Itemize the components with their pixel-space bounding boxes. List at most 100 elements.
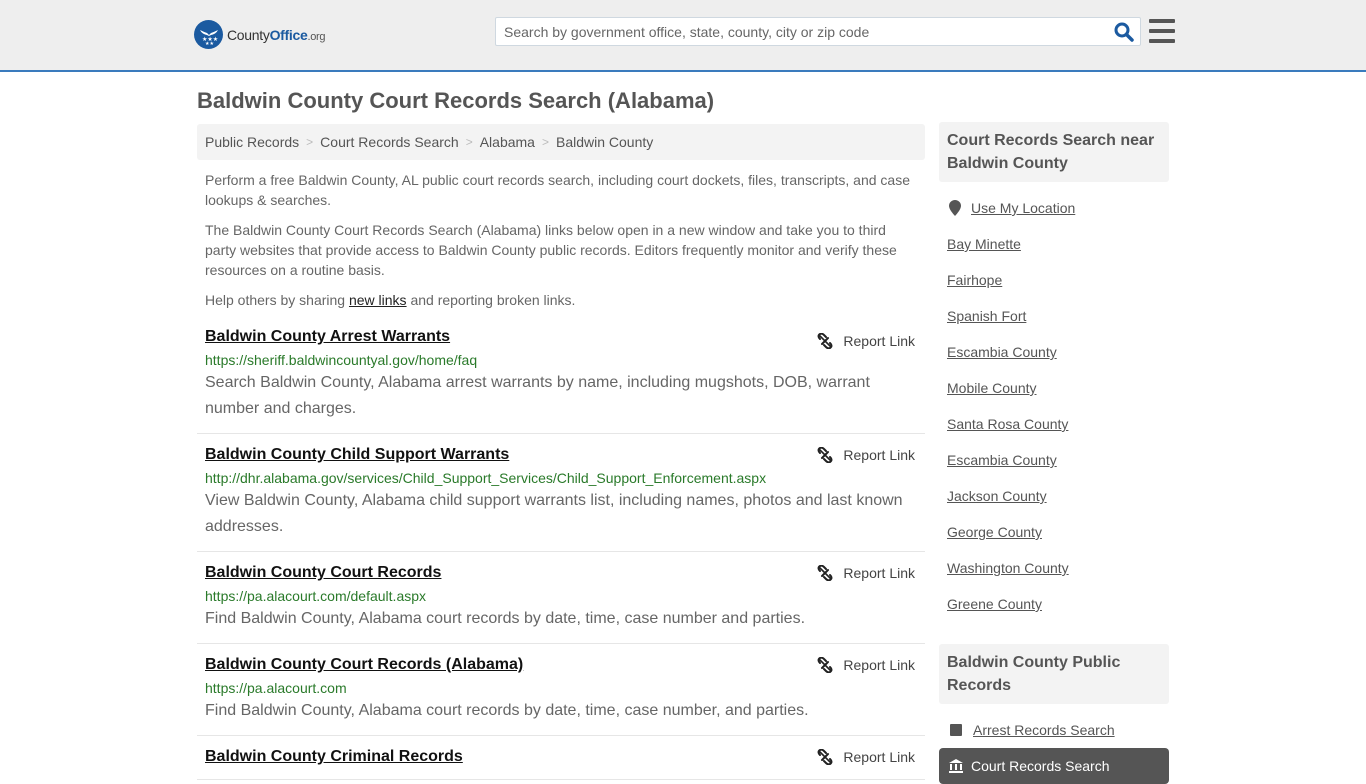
report-link-button[interactable]: Report Link [817,444,915,466]
public-records-list: Arrest Records Search [939,704,1169,748]
nearby-link[interactable]: Jackson County [947,488,1047,504]
public-records-link[interactable]: Arrest Records Search [973,722,1115,738]
menu-bar [1149,29,1175,33]
nearby-link[interactable]: Escambia County [947,452,1057,468]
public-records-heading: Baldwin County Public Records [939,644,1169,704]
result-url: https://pa.alacourt.com/default.aspx [205,588,427,604]
result-item: Baldwin County Court Records Report Link… [197,552,925,644]
broken-link-icon [817,447,833,463]
text: Help others by sharing [205,292,349,308]
report-link-button[interactable]: Report Link [817,654,915,676]
report-link-label: Report Link [843,657,915,673]
sidebar: Court Records Search near Baldwin County… [939,122,1169,784]
nearby-item: Escambia County [947,442,1161,478]
top-header: ★★★ ★★ CountyOffice.org [0,0,1366,72]
intro-paragraph-2: The Baldwin County Court Records Search … [205,222,897,278]
nearby-link[interactable]: Mobile County [947,380,1037,396]
nearby-item: Bay Minette [947,226,1161,262]
result-title-link[interactable]: Baldwin County Criminal Records [205,746,463,768]
report-link-button[interactable]: Report Link [817,562,915,584]
nearby-link[interactable]: George County [947,524,1042,540]
result-description: Find Baldwin County, Alabama court recor… [205,702,809,719]
breadcrumb-baldwin-county[interactable]: Baldwin County [556,134,653,150]
result-title-link[interactable]: Baldwin County Arrest Warrants [205,326,450,348]
text: and reporting broken links. [406,292,576,308]
report-link-label: Report Link [843,565,915,581]
map-marker-icon [949,200,961,216]
use-location-item: Use My Location [947,190,1161,226]
nearby-link[interactable]: Bay Minette [947,236,1021,252]
report-link-label: Report Link [843,333,915,349]
nearby-item: Mobile County [947,370,1161,406]
result-item: Baldwin County Child Support Warrants Re… [197,434,925,552]
nearby-link[interactable]: Escambia County [947,344,1057,360]
active-item-label: Court Records Search [971,758,1110,774]
result-title-link[interactable]: Baldwin County Child Support Warrants [205,444,509,466]
result-item: Baldwin County Arrest Warrants Report Li… [197,320,925,434]
result-url: https://sheriff.baldwincountyal.gov/home… [205,352,478,368]
broken-link-icon [817,657,833,673]
hamburger-menu-button[interactable] [1149,19,1175,43]
public-records-item: Arrest Records Search [947,712,1161,748]
result-url: https://pa.alacourt.com [205,680,347,696]
courthouse-icon [949,759,963,773]
result-description: Search Baldwin County, Alabama arrest wa… [205,374,870,417]
broken-link-icon [817,333,833,349]
handcuffs-square-icon [950,724,962,736]
report-link-button[interactable]: Report Link [817,746,915,768]
nearby-item: Jackson County [947,478,1161,514]
svg-text:★★: ★★ [205,41,214,46]
logo-text: CountyOffice.org [227,26,326,43]
result-description: Find Baldwin County, Alabama court recor… [205,610,806,627]
breadcrumb-separator: > [465,135,473,149]
result-item: Baldwin County Court Records (Alabama) R… [197,644,925,736]
hamburger-menu-icon [1149,19,1175,23]
nearby-heading: Court Records Search near Baldwin County [939,122,1169,182]
report-link-label: Report Link [843,749,915,765]
breadcrumb: Public Records > Court Records Search > … [197,124,925,160]
breadcrumb-public-records[interactable]: Public Records [205,134,299,150]
result-title-link[interactable]: Baldwin County Court Records (Alabama) [205,654,523,676]
result-title-link[interactable]: Baldwin County Court Records [205,562,441,584]
eagle-stars-logo-icon: ★★★ ★★ [194,20,223,49]
breadcrumb-court-records-search[interactable]: Court Records Search [320,134,459,150]
use-my-location-link[interactable]: Use My Location [971,200,1075,216]
nearby-list: Use My Location Bay Minette Fairhope Spani… [939,182,1169,622]
nearby-link[interactable]: Washington County [947,560,1069,576]
breadcrumb-alabama[interactable]: Alabama [480,134,535,150]
nearby-link[interactable]: Santa Rosa County [947,416,1068,432]
nearby-link[interactable]: Fairhope [947,272,1002,288]
result-description: View Baldwin County, Alabama child suppo… [205,492,903,535]
site-logo[interactable]: ★★★ ★★ CountyOffice.org [194,20,326,49]
result-url: http://dhr.alabama.gov/services/Child_Su… [205,470,767,486]
report-link-button[interactable]: Report Link [817,330,915,352]
nearby-item: George County [947,514,1161,550]
intro-text: Perform a free Baldwin County, AL public… [197,160,925,310]
search-button[interactable] [1108,18,1140,45]
nearby-item: Greene County [947,586,1161,622]
nearby-item: Spanish Fort [947,298,1161,334]
new-links-link[interactable]: new links [349,292,407,308]
nearby-item: Washington County [947,550,1161,586]
intro-paragraph-1: Perform a free Baldwin County, AL public… [205,172,910,208]
page-title: Baldwin County Court Records Search (Ala… [197,88,715,113]
main-content: Public Records > Court Records Search > … [197,124,925,780]
results-list: Baldwin County Arrest Warrants Report Li… [197,320,925,780]
broken-link-icon [817,565,833,581]
nearby-item: Santa Rosa County [947,406,1161,442]
menu-bar [1149,39,1175,43]
search-input[interactable] [496,18,1108,45]
active-court-records-search-item[interactable]: Court Records Search [939,748,1169,784]
broken-link-icon [817,749,833,765]
nearby-link[interactable]: Greene County [947,596,1042,612]
result-item: Baldwin County Criminal Records Report L… [197,736,925,780]
nearby-link[interactable]: Spanish Fort [947,308,1026,324]
breadcrumb-separator: > [541,135,549,149]
nearby-item: Fairhope [947,262,1161,298]
intro-paragraph-3: Help others by sharing new links and rep… [205,290,917,310]
search-bar [495,17,1141,46]
search-icon [1114,22,1134,42]
report-link-label: Report Link [843,447,915,463]
nearby-item: Escambia County [947,334,1161,370]
breadcrumb-separator: > [306,135,314,149]
